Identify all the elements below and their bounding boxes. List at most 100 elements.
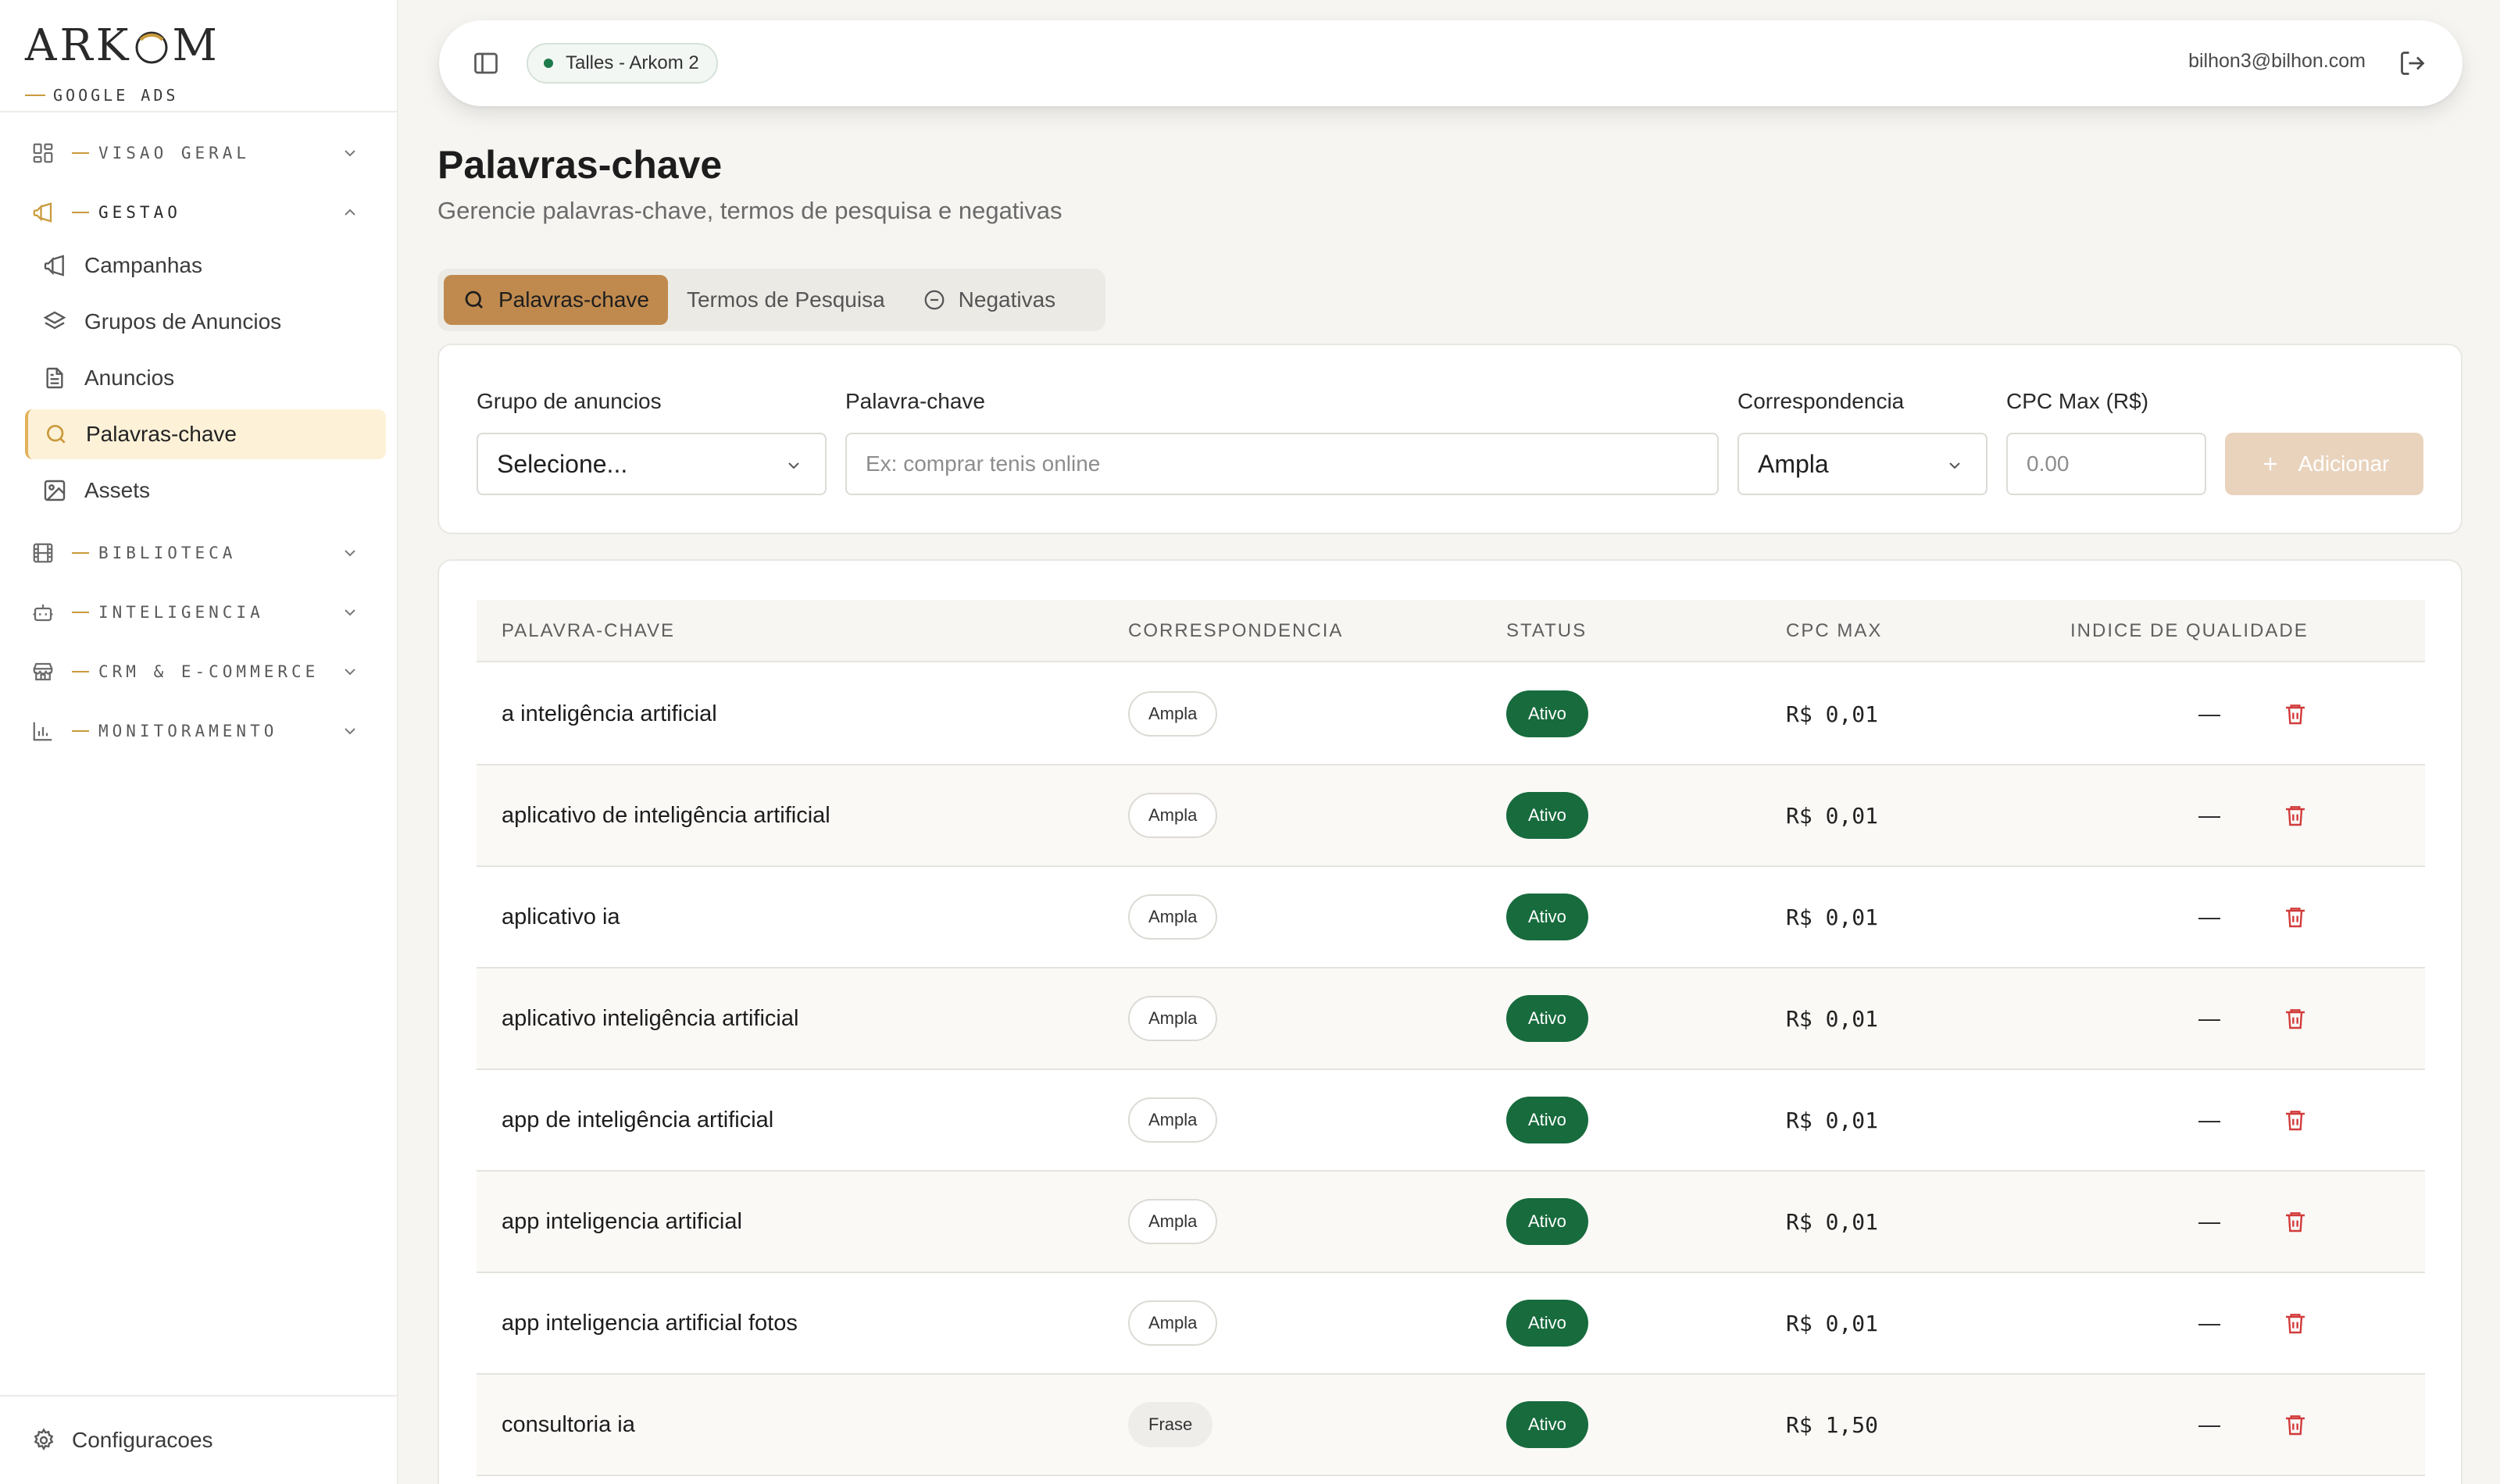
nav-section-inteligencia[interactable]: INTELIGENCIA: [31, 594, 367, 631]
brand-logo[interactable]: ARK M GOOGLE ADS: [25, 20, 259, 105]
trash-icon[interactable]: [2283, 701, 2308, 726]
add-keyword-form: Grupo de anuncios Selecione... Palavra-c…: [438, 344, 2462, 534]
chevron-up-icon[interactable]: [341, 203, 359, 222]
chevron-down-icon[interactable]: [341, 722, 359, 740]
quality-score-value: —: [2198, 1311, 2220, 1335]
trash-icon[interactable]: [2283, 1108, 2308, 1133]
trash-icon[interactable]: [2283, 904, 2308, 929]
bot-icon: [33, 605, 53, 622]
quality-cell: —: [2198, 1172, 2220, 1272]
sidebar-item-assets[interactable]: Assets: [25, 466, 386, 515]
actions-cell: [2283, 867, 2308, 967]
chevron-down-icon[interactable]: [341, 603, 359, 622]
match-type-badge: Frase: [1128, 1402, 1213, 1447]
cpc-max-label: CPC Max (R$): [2006, 389, 2149, 413]
user-email: bilhon3@bilhon.com: [2188, 50, 2366, 72]
trash-icon[interactable]: [2283, 1412, 2308, 1437]
store-icon: [33, 662, 53, 681]
bar-chart-icon: [33, 722, 52, 741]
sidebar-item-grupos-de-anuncios[interactable]: Grupos de Anuncios: [25, 297, 386, 347]
sidebar-divider: [0, 111, 397, 112]
status-badge: Ativo: [1506, 1300, 1588, 1347]
logo-text-right: M: [172, 20, 220, 71]
nav-section-crm-ecommerce[interactable]: CRM & E-COMMERCE: [31, 653, 367, 690]
sidebar-item-configuracoes[interactable]: Configuracoes: [31, 1422, 213, 1459]
sidebar-item-campanhas[interactable]: Campanhas: [25, 241, 386, 291]
trash-icon[interactable]: [2283, 1311, 2308, 1336]
tab-negativas[interactable]: Negativas: [904, 275, 1075, 325]
actions-cell: [2283, 1375, 2308, 1475]
cpc-cell: R$ 0,01: [1786, 1172, 1878, 1272]
match-type-select[interactable]: Ampla: [1738, 433, 1988, 495]
quality-score-value: —: [2198, 904, 2220, 929]
chevron-down-icon: [788, 462, 799, 469]
trash-icon[interactable]: [2283, 1006, 2308, 1031]
workspace-badge[interactable]: Talles - Arkom 2: [527, 43, 718, 84]
quality-cell: —: [2198, 1273, 2220, 1373]
section-dash: [72, 612, 89, 613]
cpc-cell: R$ 0,01: [1786, 1070, 1878, 1170]
search-icon: [465, 291, 483, 309]
sidebar-toggle-icon[interactable]: [472, 49, 500, 77]
quality-cell: —: [2198, 867, 2220, 967]
logo-wordmark: ARK M: [25, 20, 220, 72]
logout-icon[interactable]: [2398, 49, 2427, 77]
tab-termos-de-pesquisa[interactable]: Termos de Pesquisa: [668, 275, 904, 325]
column-header-keyword: PALAVRA-CHAVE: [502, 620, 676, 641]
nav-section-visao-geral[interactable]: VISAO GERAL: [31, 134, 367, 172]
cpc-max-input[interactable]: 0.00: [2006, 433, 2206, 495]
tab-palavras-chave[interactable]: Palavras-chave: [444, 275, 668, 325]
cpc-max-placeholder: 0.00: [2027, 451, 2070, 476]
actions-cell: [2283, 664, 2308, 764]
keyword-cell: aplicativo ia: [502, 867, 620, 967]
trash-icon[interactable]: [2283, 803, 2308, 828]
chevron-down-icon[interactable]: [341, 544, 359, 562]
trash-icon[interactable]: [2283, 1209, 2308, 1234]
match-cell: Ampla: [1128, 664, 1218, 764]
status-badge: Ativo: [1506, 690, 1588, 737]
status-cell: Ativo: [1506, 1070, 1588, 1170]
column-header-match: CORRESPONDENCIA: [1128, 620, 1344, 641]
chevron-down-icon[interactable]: [341, 662, 359, 681]
column-header-cpc-max: CPC MAX: [1786, 620, 1883, 641]
column-header-status: STATUS: [1506, 620, 1588, 641]
section-dash: [72, 212, 89, 213]
keyword-cell: app de inteligência artificial: [502, 1070, 773, 1170]
keyword-cell: aplicativo de inteligência artificial: [502, 765, 830, 865]
status-cell: Ativo: [1506, 765, 1588, 865]
top-bar: Talles - Arkom 2 bilhon3@bilhon.com: [439, 20, 2462, 106]
sidebar-item-palavras-chave[interactable]: Palavras-chave: [25, 409, 386, 459]
keyword-text: app de inteligência artificial: [502, 1107, 774, 1133]
keyword-input[interactable]: Ex: comprar tenis online: [845, 433, 1719, 495]
keyword-label: Palavra-chave: [845, 389, 985, 413]
add-keyword-button[interactable]: Adicionar: [2225, 433, 2423, 495]
quality-score-value: —: [2198, 1108, 2220, 1132]
status-dot: [544, 59, 553, 68]
sidebar-item-label: Assets: [84, 478, 151, 502]
cpc-cell: R$ 0,01: [1786, 765, 1878, 865]
chevron-down-icon[interactable]: [341, 144, 359, 162]
nav-section-biblioteca[interactable]: BIBLIOTECA: [31, 534, 367, 572]
match-cell: Ampla: [1128, 969, 1218, 1068]
match-type-badge: Ampla: [1128, 1300, 1218, 1346]
ad-group-label: Grupo de anuncios: [477, 389, 662, 413]
keyword-cell: a inteligência artificial: [502, 664, 717, 764]
match-type-label: Correspondencia: [1738, 389, 1905, 413]
cpc-value: R$ 0,01: [1786, 701, 1879, 727]
page-title: Palavras-chave: [438, 143, 723, 187]
sidebar-item-label: Campanhas: [84, 253, 202, 277]
nav-section-monitoramento[interactable]: MONITORAMENTO: [31, 712, 367, 750]
section-dash: [72, 671, 89, 672]
settings-label: Configuracoes: [72, 1428, 213, 1452]
keyword-cell: app inteligencia artificial: [502, 1172, 742, 1272]
quality-score-value: —: [2198, 1209, 2220, 1233]
cpc-cell: R$ 0,01: [1786, 1273, 1878, 1373]
keyword-cell: app inteligencia artificial fotos: [502, 1273, 798, 1373]
gear-icon: [34, 1428, 54, 1450]
workspace-name: Talles - Arkom 2: [566, 52, 699, 73]
sidebar-item-anuncios[interactable]: Anuncios: [25, 353, 386, 403]
ad-group-select[interactable]: Selecione...: [477, 433, 827, 495]
nav-section-gestao[interactable]: GESTAO: [31, 194, 367, 231]
table-row: aplicativo inteligência artificial Ampla…: [477, 969, 2425, 1070]
match-type-value: Ampla: [1758, 449, 1829, 478]
